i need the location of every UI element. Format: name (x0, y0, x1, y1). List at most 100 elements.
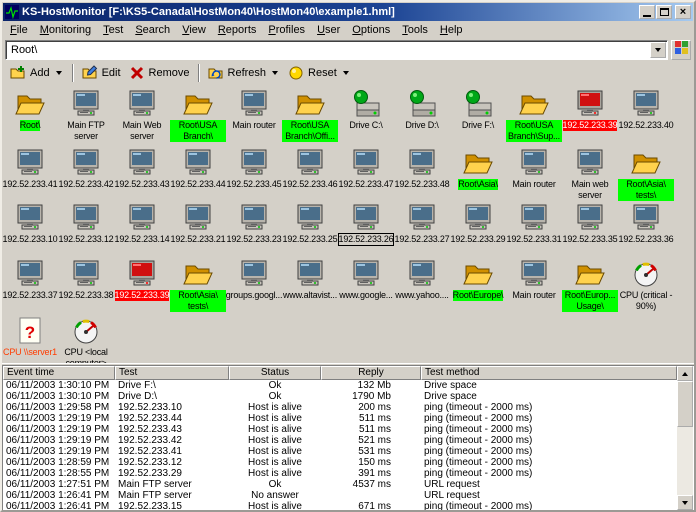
log-row[interactable]: 06/11/2003 1:29:58 PM192.52.233.10Host i… (3, 402, 677, 413)
test-item[interactable]: 192.52.233.48 (394, 147, 450, 202)
test-item[interactable]: 192.52.233.12 (58, 202, 114, 258)
test-item[interactable]: Drive D:\ (394, 88, 450, 147)
layout-grid-button[interactable] (671, 40, 691, 60)
log-row[interactable]: 06/11/2003 1:28:55 PM192.52.233.29Host i… (3, 468, 677, 479)
test-item[interactable]: 192.52.233.23 (226, 202, 282, 258)
test-item[interactable]: 192.52.233.43 (114, 147, 170, 202)
test-item[interactable]: 192.52.233.44 (170, 147, 226, 202)
path-combo-value[interactable]: Root\ (7, 44, 650, 56)
log-row[interactable]: 06/11/2003 1:26:41 PM192.52.233.15Host i… (3, 501, 677, 510)
test-item[interactable]: Drive C:\ (338, 88, 394, 147)
close-button[interactable]: × (675, 5, 691, 19)
test-item[interactable]: www.altavist... (282, 258, 338, 315)
test-item[interactable]: CPU <local computer> (58, 315, 114, 363)
test-item[interactable]: www.yahoo.... (394, 258, 450, 315)
test-item[interactable]: Root\ (2, 88, 58, 147)
column-header-reply[interactable]: Reply (321, 366, 421, 380)
menu-item-profiles[interactable]: Profiles (262, 23, 311, 37)
test-item[interactable]: Main Web server (114, 88, 170, 147)
test-item[interactable]: Root\Europ... Usage\ (562, 258, 618, 315)
test-item[interactable]: 192.52.233.39 (114, 258, 170, 315)
log-row[interactable]: 06/11/2003 1:30:10 PMDrive F:\Ok132 MbDr… (3, 380, 677, 391)
test-method-cell: URL request (421, 479, 677, 490)
menu-item-view[interactable]: View (176, 23, 212, 37)
test-item[interactable]: 192.52.233.47 (338, 147, 394, 202)
log-row[interactable]: 06/11/2003 1:27:51 PMMain FTP serverOk45… (3, 479, 677, 490)
scrollbar-track[interactable] (677, 381, 693, 495)
maximize-button[interactable] (656, 5, 672, 19)
test-item[interactable]: Main router (506, 258, 562, 315)
menu-item-monitoring[interactable]: Monitoring (34, 23, 97, 37)
test-item[interactable]: CPU (critical - 90%) (618, 258, 674, 315)
refresh-button[interactable]: Refresh (204, 63, 285, 83)
test-item[interactable]: 192.52.233.46 (282, 147, 338, 202)
column-header-test[interactable]: Test (115, 366, 229, 380)
test-item[interactable]: 192.52.233.35 (562, 202, 618, 258)
test-item[interactable]: Main web server (562, 147, 618, 202)
test-item[interactable]: Root\USA Branch\Sup... (506, 88, 562, 147)
menu-item-user[interactable]: User (311, 23, 346, 37)
test-item[interactable]: 192.52.233.36 (618, 202, 674, 258)
dropdown-arrow-icon[interactable] (54, 63, 64, 83)
test-item[interactable]: Root\Asia\ (450, 147, 506, 202)
log-row[interactable]: 06/11/2003 1:28:59 PM192.52.233.12Host i… (3, 457, 677, 468)
test-item[interactable]: 192.52.233.14 (114, 202, 170, 258)
test-item[interactable]: Main router (226, 88, 282, 147)
column-header-event-time[interactable]: Event time (3, 366, 115, 380)
dropdown-arrow-icon[interactable] (341, 63, 351, 83)
log-row[interactable]: 06/11/2003 1:29:19 PM192.52.233.43Host i… (3, 424, 677, 435)
log-row[interactable]: 06/11/2003 1:30:10 PMDrive D:\Ok1790 MbD… (3, 391, 677, 402)
test-item[interactable]: Drive F:\ (450, 88, 506, 147)
log-row[interactable]: 06/11/2003 1:29:19 PM192.52.233.42Host i… (3, 435, 677, 446)
add-button[interactable]: Add (6, 63, 68, 83)
combo-dropdown-button[interactable] (650, 42, 666, 58)
scrollbar-thumb[interactable] (677, 381, 693, 427)
title-bar[interactable]: KS-HostMonitor [F:\KS5-Canada\HostMon40\… (3, 3, 693, 21)
column-header-test-method[interactable]: Test method (421, 366, 677, 380)
menu-item-options[interactable]: Options (346, 23, 396, 37)
test-item[interactable]: Root\Asia\ tests\ (618, 147, 674, 202)
test-item[interactable]: ?CPU \\server1 (2, 315, 58, 363)
menu-item-search[interactable]: Search (129, 23, 176, 37)
scroll-down-button[interactable] (677, 495, 693, 510)
menu-item-reports[interactable]: Reports (212, 23, 263, 37)
test-item[interactable]: Root\Europe\ (450, 258, 506, 315)
column-header-status[interactable]: Status (229, 366, 321, 380)
test-item[interactable]: Main router (506, 147, 562, 202)
log-scrollbar[interactable] (677, 366, 693, 510)
test-item[interactable]: Root\USA Branch\Offi... (282, 88, 338, 147)
test-item[interactable]: Root\USA Branch\ (170, 88, 226, 147)
test-item[interactable]: 192.52.233.25 (282, 202, 338, 258)
test-item[interactable]: 192.52.233.10 (2, 202, 58, 258)
test-item[interactable]: 192.52.233.45 (226, 147, 282, 202)
test-item[interactable]: 192.52.233.31 (506, 202, 562, 258)
edit-button[interactable]: Edit (78, 63, 125, 83)
test-item[interactable]: groups.googl... (226, 258, 282, 315)
test-item[interactable]: 192.52.233.37 (2, 258, 58, 315)
test-item[interactable]: www.google... (338, 258, 394, 315)
test-item[interactable]: 192.52.233.26 (338, 202, 394, 258)
test-item[interactable]: 192.52.233.39 (562, 88, 618, 147)
scroll-up-button[interactable] (677, 366, 693, 381)
remove-button[interactable]: Remove (125, 63, 194, 83)
reset-button[interactable]: Reset (284, 63, 355, 83)
test-item[interactable]: Root\Asia\ tests\ (170, 258, 226, 315)
log-row[interactable]: 06/11/2003 1:26:41 PMMain FTP serverNo a… (3, 490, 677, 501)
test-item[interactable]: 192.52.233.41 (2, 147, 58, 202)
test-item[interactable]: 192.52.233.40 (618, 88, 674, 147)
test-item[interactable]: 192.52.233.29 (450, 202, 506, 258)
test-item[interactable]: 192.52.233.38 (58, 258, 114, 315)
test-item[interactable]: 192.52.233.21 (170, 202, 226, 258)
test-item[interactable]: 192.52.233.27 (394, 202, 450, 258)
dropdown-arrow-icon[interactable] (270, 63, 280, 83)
test-item[interactable]: Main FTP server (58, 88, 114, 147)
menu-item-tools[interactable]: Tools (396, 23, 434, 37)
log-row[interactable]: 06/11/2003 1:29:19 PM192.52.233.44Host i… (3, 413, 677, 424)
menu-item-help[interactable]: Help (434, 23, 469, 37)
menu-item-file[interactable]: File (4, 23, 34, 37)
menu-item-test[interactable]: Test (97, 23, 129, 37)
path-combo[interactable]: Root\ (5, 40, 668, 60)
minimize-button[interactable] (639, 5, 655, 19)
log-row[interactable]: 06/11/2003 1:29:19 PM192.52.233.41Host i… (3, 446, 677, 457)
test-item[interactable]: 192.52.233.42 (58, 147, 114, 202)
